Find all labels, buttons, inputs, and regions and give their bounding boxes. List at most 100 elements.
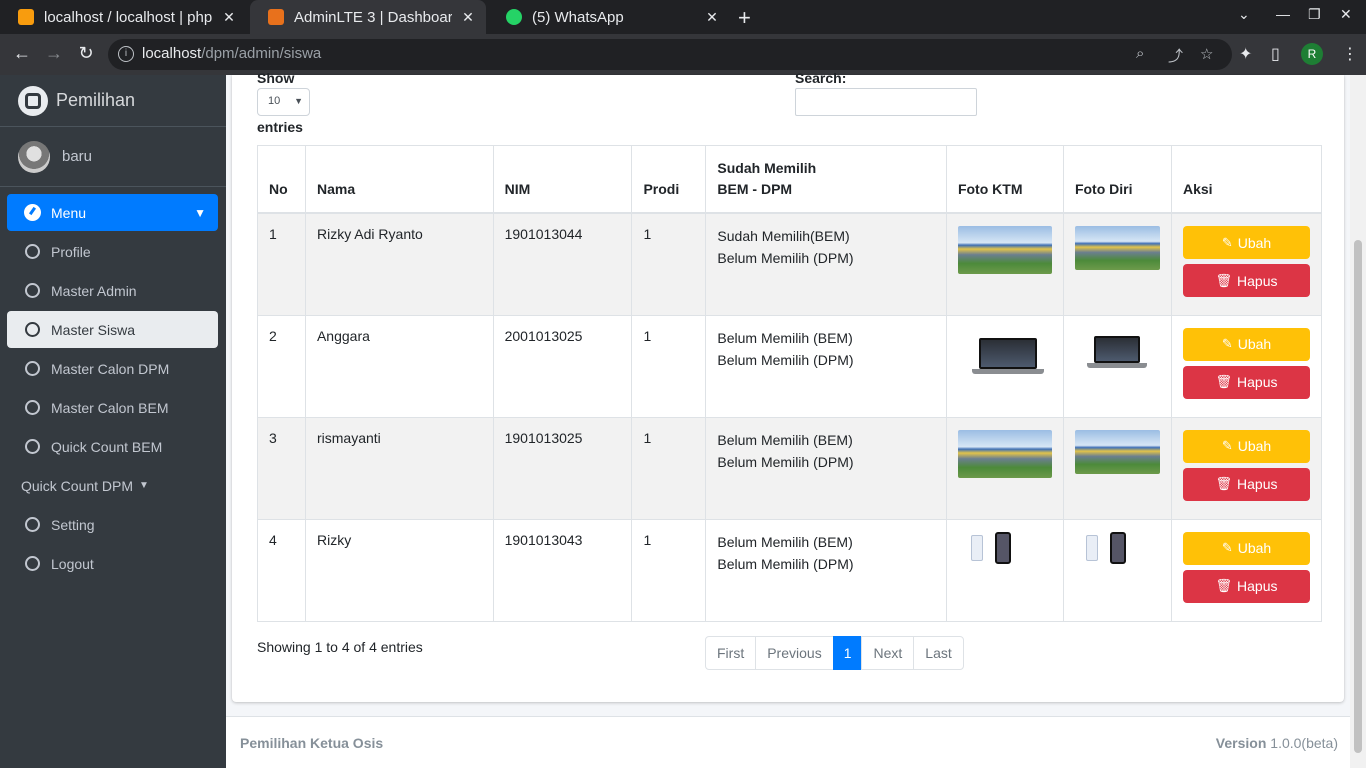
omnibox[interactable]: i localhost/dpm/admin/siswa ⌕ ⤴ ☆	[108, 39, 1232, 70]
sidebar-item-label: Menu	[51, 204, 87, 221]
pagination: First Previous 1 Next Last	[705, 636, 964, 670]
xampp-icon	[268, 9, 284, 25]
profile-avatar[interactable]: R	[1301, 43, 1323, 65]
cell-nama: Anggara	[304, 314, 494, 418]
search-input[interactable]	[795, 88, 977, 116]
dashboard-icon	[24, 204, 41, 221]
window-close-icon[interactable]: ✕	[1340, 6, 1352, 23]
edit-icon: ✎	[1221, 336, 1233, 351]
col-nama[interactable]: Nama	[304, 145, 494, 214]
sidebar: Pemilihan baru Menu ▼ Profile Master Adm…	[0, 75, 226, 768]
extensions-icon[interactable]: ✦	[1239, 44, 1252, 64]
browser-menu-icon[interactable]: ⋮	[1342, 44, 1358, 64]
delete-button[interactable]: 🗑 Hapus	[1183, 365, 1310, 399]
side-panel-icon[interactable]: ▯	[1271, 44, 1280, 64]
table-info: Showing 1 to 4 of 4 entries	[257, 639, 423, 655]
status-bem: Belum Memilih (BEM)	[717, 533, 853, 550]
page-length-select[interactable]: 10 ▼	[257, 88, 310, 116]
page-length-value: 10	[268, 95, 281, 107]
reload-icon[interactable]: ↻	[74, 43, 98, 64]
cell-aksi: ✎ Ubah 🗑 Hapus	[1171, 212, 1322, 316]
close-icon[interactable]: ✕	[221, 9, 237, 26]
url-text[interactable]: localhost/dpm/admin/siswa	[142, 45, 321, 62]
tab-search-icon[interactable]: ⌄	[1238, 6, 1250, 23]
edit-button[interactable]: ✎ Ubah	[1183, 531, 1310, 565]
back-icon[interactable]: ←	[10, 43, 34, 64]
sidebar-item-label: Master Calon BEM	[51, 399, 169, 416]
sidebar-item-label: Master Calon DPM	[51, 360, 170, 377]
col-foto-diri[interactable]: Foto Diri	[1062, 145, 1173, 214]
sidebar-item-profile[interactable]: Profile	[7, 233, 218, 270]
delete-button[interactable]: 🗑 Hapus	[1183, 569, 1310, 603]
page-next[interactable]: Next	[861, 636, 915, 670]
delete-button[interactable]: 🗑 Hapus	[1183, 264, 1310, 297]
maximize-icon[interactable]: ❐	[1308, 6, 1321, 23]
site-info-icon[interactable]: i	[118, 46, 134, 62]
cell-status: Belum Memilih (BEM) Belum Memilih (DPM)	[705, 416, 947, 520]
sidebar-item-label: Quick Count BEM	[51, 438, 163, 455]
cell-foto-ktm	[945, 416, 1064, 520]
sidebar-item-master-siswa[interactable]: Master Siswa	[7, 311, 218, 348]
tab-phpmyadmin[interactable]: localhost / localhost | phpMyAdmin ✕	[0, 0, 247, 34]
edit-label: Ubah	[1237, 234, 1272, 251]
share-icon[interactable]: ⤴	[1168, 45, 1183, 66]
cell-foto-diri	[1062, 416, 1173, 520]
new-tab-button[interactable]: +	[738, 5, 751, 31]
siswa-card: Show 10 ▼ entries Search: No Nama NIM Pr…	[232, 70, 1344, 702]
zoom-icon[interactable]: ⌕	[1136, 45, 1144, 62]
sidebar-item-logout[interactable]: Logout	[7, 545, 218, 582]
col-status-line1: Sudah Memilih	[717, 160, 817, 176]
table-row: 2 Anggara 2001013025 1 Belum Memilih (BE…	[257, 314, 1322, 418]
cell-foto-ktm	[945, 314, 1064, 418]
sidebar-item-menu[interactable]: Menu ▼	[7, 194, 218, 231]
page-last[interactable]: Last	[913, 636, 964, 670]
edit-button[interactable]: ✎ Ubah	[1183, 327, 1310, 361]
scrollbar-thumb[interactable]	[1354, 240, 1362, 753]
cell-prodi: 1	[631, 314, 707, 418]
page-previous[interactable]: Previous	[755, 636, 834, 670]
sidebar-item-quick-count-bem[interactable]: Quick Count BEM	[7, 428, 218, 465]
delete-button[interactable]: 🗑 Hapus	[1183, 467, 1310, 501]
edit-button[interactable]: ✎ Ubah	[1183, 429, 1310, 463]
sidebar-item-master-admin[interactable]: Master Admin	[7, 272, 218, 309]
page-scrollbar[interactable]	[1350, 75, 1366, 768]
sidebar-item-master-calon-bem[interactable]: Master Calon BEM	[7, 389, 218, 426]
status-dpm: Belum Memilih (DPM)	[717, 555, 854, 572]
brand-link[interactable]: Pemilihan	[0, 75, 226, 127]
tab-whatsapp[interactable]: (5) WhatsApp ✕	[488, 0, 730, 34]
bookmark-star-icon[interactable]: ☆	[1200, 45, 1213, 63]
close-icon[interactable]: ✕	[704, 9, 720, 26]
cell-prodi: 1	[631, 518, 707, 622]
table-row: 4 Rizky 1901013043 1 Belum Memilih (BEM)…	[257, 518, 1322, 622]
edit-button[interactable]: ✎ Ubah	[1183, 226, 1310, 259]
forward-icon[interactable]: →	[42, 43, 66, 64]
trash-icon: 🗑	[1215, 272, 1233, 288]
user-panel[interactable]: baru	[0, 127, 226, 187]
col-no[interactable]: No	[257, 145, 306, 214]
close-icon[interactable]: ✕	[460, 9, 476, 26]
edit-label: Ubah	[1237, 540, 1272, 556]
tab-title: localhost / localhost | phpMyAdmin	[44, 8, 213, 26]
cell-foto-diri	[1062, 518, 1173, 622]
user-name[interactable]: baru	[62, 148, 92, 165]
content-wrapper: Show 10 ▼ entries Search: No Nama NIM Pr…	[226, 70, 1350, 768]
page-current[interactable]: 1	[832, 636, 863, 670]
minimize-icon[interactable]: —	[1276, 6, 1290, 22]
col-aksi[interactable]: Aksi	[1171, 145, 1322, 214]
tab-title: (5) WhatsApp	[532, 8, 624, 26]
sidebar-item-setting[interactable]: Setting	[7, 506, 218, 543]
col-foto-ktm[interactable]: Foto KTM	[945, 145, 1064, 214]
col-status[interactable]: Sudah Memilih BEM - DPM	[705, 145, 947, 214]
tab-adminlte[interactable]: AdminLTE 3 | Dashboard ✕	[250, 0, 486, 34]
cell-foto-diri	[1062, 212, 1173, 316]
footer-title: Pemilihan Ketua Osis	[240, 735, 384, 751]
col-nim[interactable]: NIM	[492, 145, 633, 214]
chevron-down-icon: ▼	[294, 96, 303, 106]
page-first[interactable]: First	[705, 636, 757, 670]
sidebar-dropdown-quick-count-dpm[interactable]: Quick Count DPM ▼	[7, 467, 218, 504]
col-prodi[interactable]: Prodi	[631, 145, 707, 214]
edit-icon: ✎	[1221, 234, 1233, 250]
sidebar-item-master-calon-dpm[interactable]: Master Calon DPM	[7, 350, 218, 387]
cell-no: 2	[257, 314, 306, 418]
self-photo	[1074, 226, 1160, 270]
